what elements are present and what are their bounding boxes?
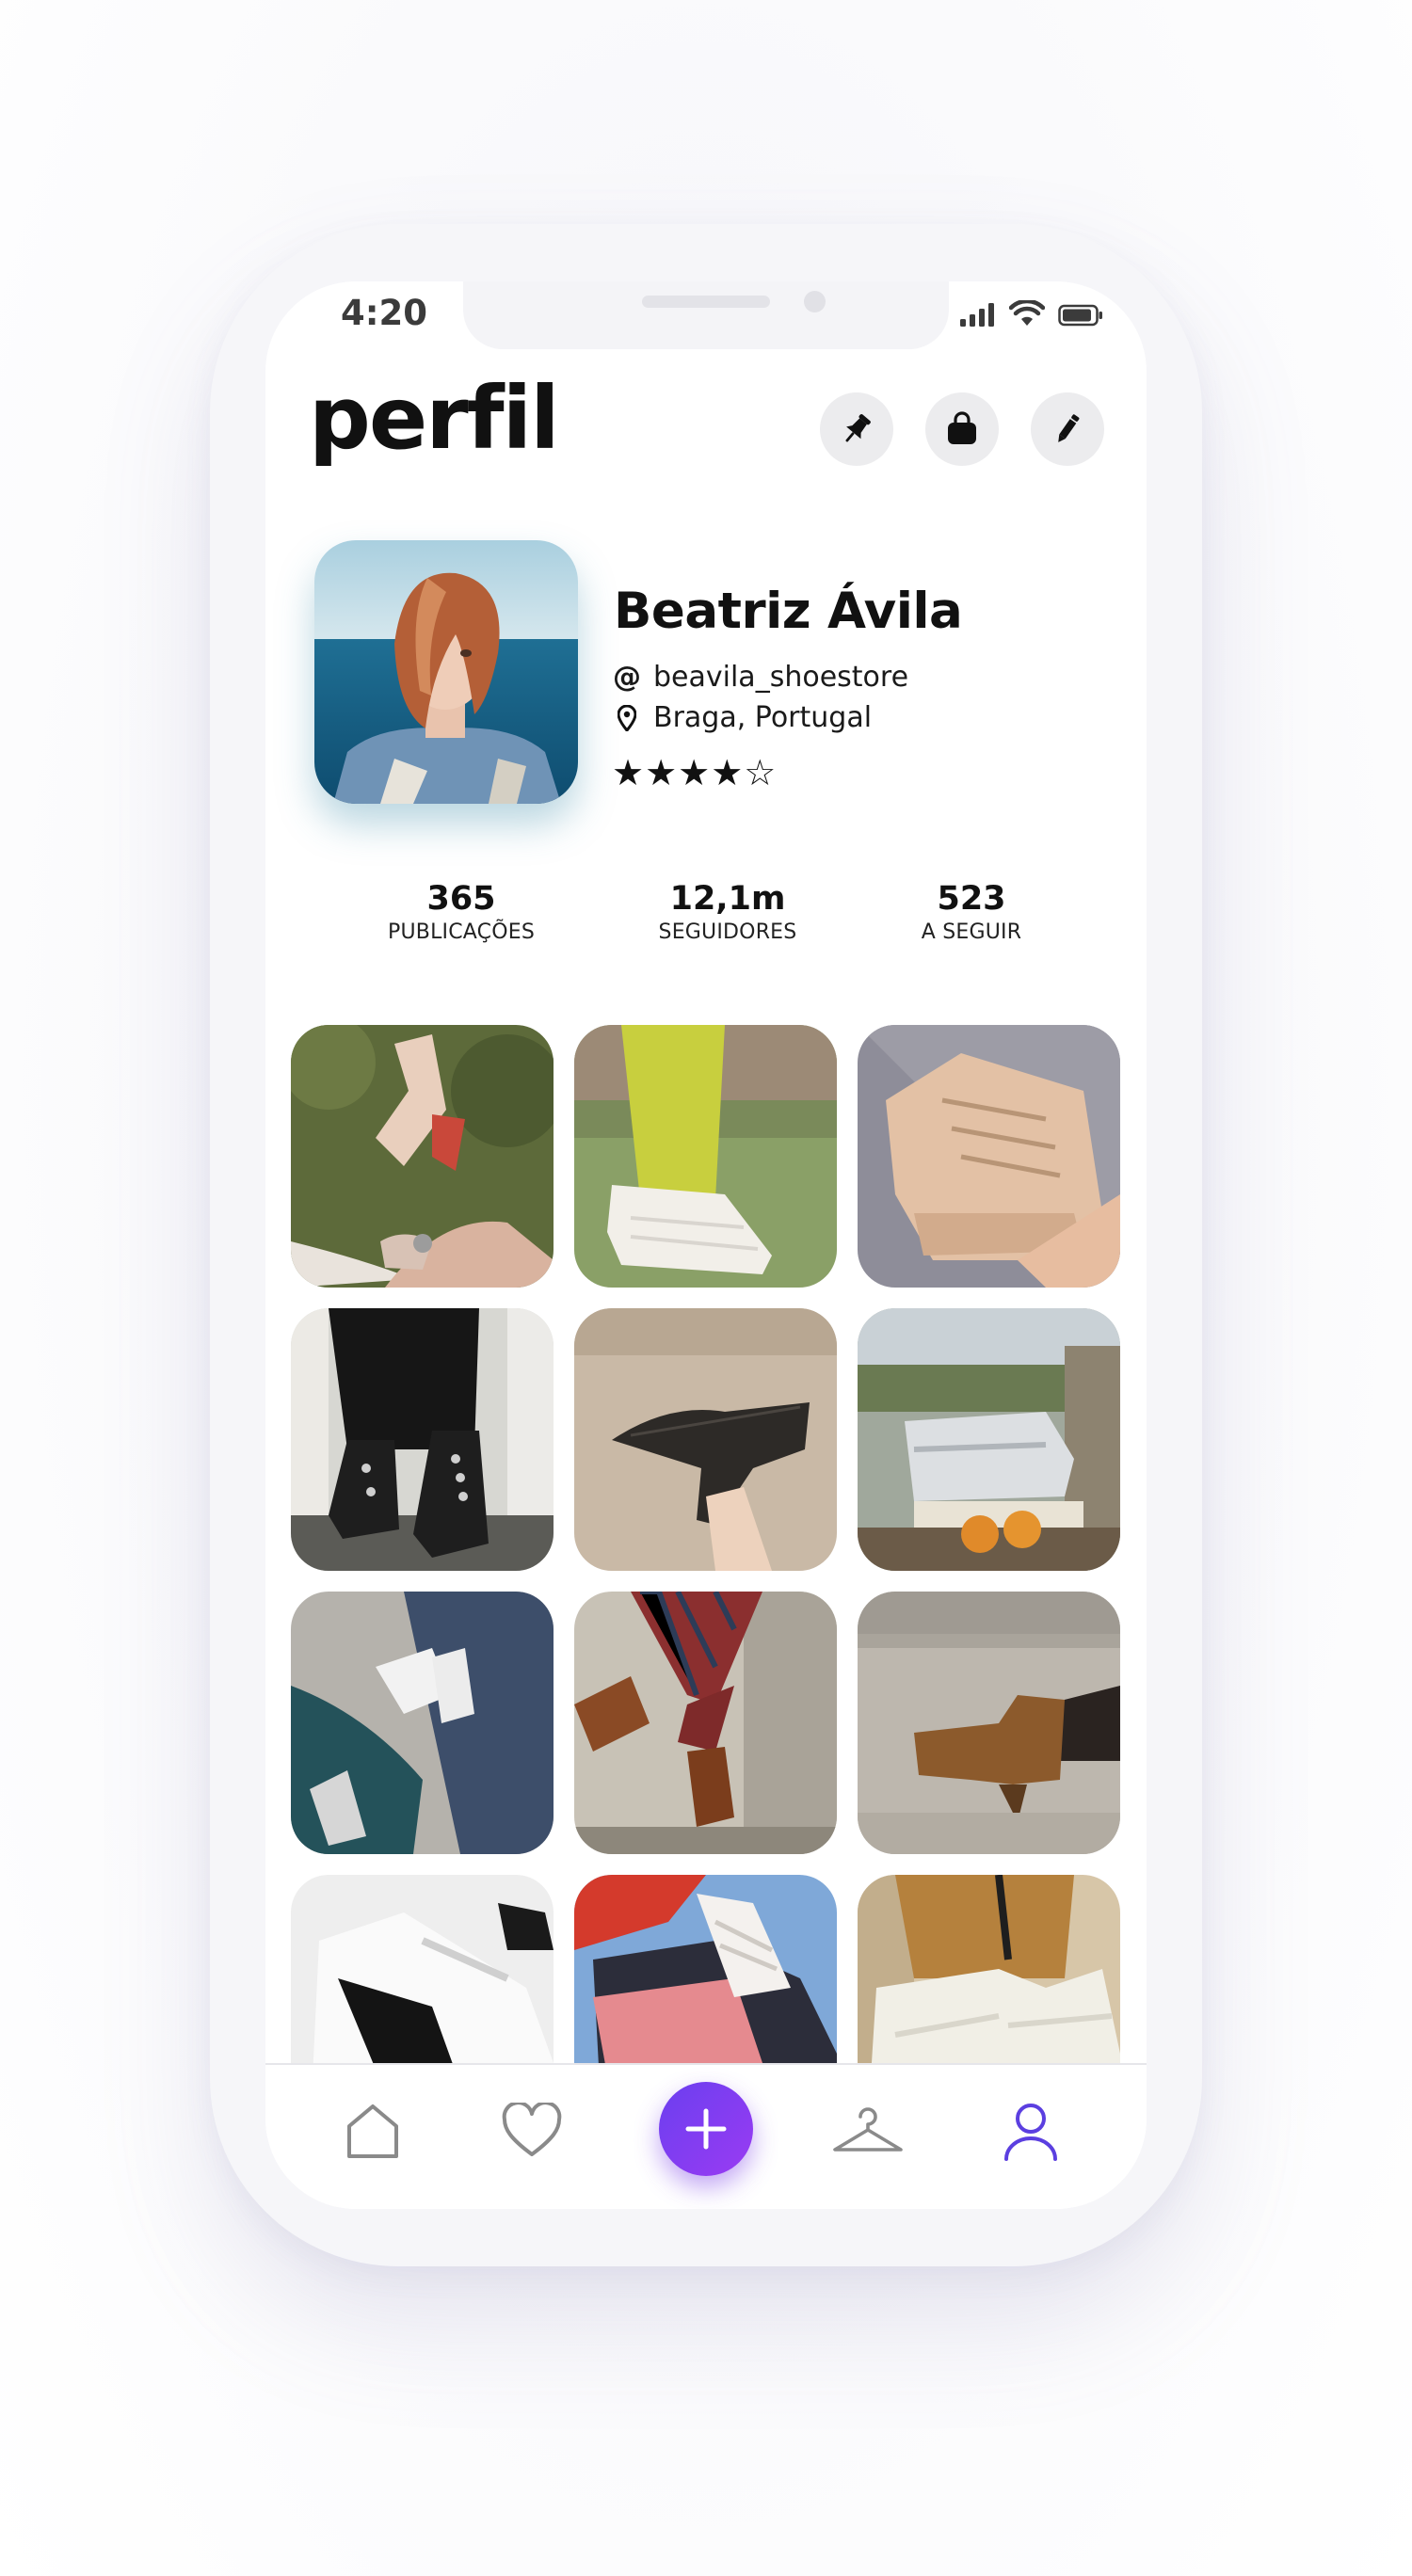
post-tile[interactable] [858,1308,1120,1571]
tab-home[interactable] [335,2093,410,2168]
status-icons [960,300,1103,327]
plus-icon [685,2108,727,2150]
stat-followers[interactable]: 12,1m SEGUIDORES [659,879,797,948]
post-tile[interactable] [574,1025,837,1288]
location-row: Braga, Portugal [614,701,872,734]
stat-following-value: 523 [937,880,1006,918]
shopping-bag-button[interactable] [925,392,999,466]
tab-wardrobe[interactable] [830,2093,906,2168]
stat-posts[interactable]: 365 PUBLICAÇÕES [388,879,535,948]
profile-handle[interactable]: beavila_shoestore [653,661,908,694]
hanger-icon [833,2107,903,2152]
stat-followers-label: SEGUIDORES [658,920,797,944]
post-tile[interactable] [858,1592,1120,1854]
page-title: perfil [309,368,560,469]
post-photo [291,1592,554,1854]
profile-location: Braga, Portugal [653,701,873,734]
tab-profile[interactable] [993,2093,1068,2168]
profile-name: Beatriz Ávila [614,583,963,640]
post-tile[interactable] [291,1592,554,1854]
tab-bar [265,2063,1147,2209]
rating-stars: ★★★★☆ [612,752,778,793]
stat-following-label: A SEGUIR [921,920,1022,944]
handle-row: @ beavila_shoestore [613,661,908,694]
stat-following[interactable]: 523 A SEGUIR [922,879,1021,948]
pin-icon [845,414,871,442]
location-pin-icon [614,704,640,731]
speaker [642,296,770,308]
avatar[interactable] [314,540,578,804]
pin-button[interactable] [820,392,893,466]
stage: 4:20 perfil Beatriz Ávila @ beavila_shoe… [0,0,1412,2576]
post-photo [574,1592,837,1854]
post-photo [574,1308,837,1571]
home-icon [347,2104,398,2158]
user-icon [1004,2104,1057,2161]
pencil-icon [1058,414,1080,442]
wifi-icon [1009,300,1045,326]
post-photo [291,1025,554,1288]
avatar-photo [314,540,578,804]
at-icon: @ [613,661,641,694]
post-tile[interactable] [574,1592,837,1854]
cellular-signal-icon [960,303,994,327]
status-time: 4:20 [341,293,428,333]
stat-posts-value: 365 [426,880,496,918]
phone-screen: 4:20 perfil Beatriz Ávila @ beavila_shoe… [265,281,1147,2209]
post-tile[interactable] [291,1308,554,1571]
post-tile[interactable] [291,1025,554,1288]
shopping-bag-icon [948,411,976,444]
stat-posts-label: PUBLICAÇÕES [388,920,535,944]
post-photo [858,1592,1120,1854]
edit-profile-button[interactable] [1031,392,1104,466]
new-post-button[interactable] [659,2082,753,2176]
battery-icon [1058,304,1102,327]
post-tile[interactable] [574,1308,837,1571]
post-photo [858,1308,1120,1571]
post-photo [291,1308,554,1571]
stat-followers-value: 12,1m [669,880,786,918]
heart-icon [502,2103,562,2156]
post-photo [574,1025,837,1288]
post-photo [858,1025,1120,1288]
tab-favorites[interactable] [494,2093,570,2168]
post-tile[interactable] [858,1025,1120,1288]
notch [463,281,949,349]
front-camera [804,291,826,312]
